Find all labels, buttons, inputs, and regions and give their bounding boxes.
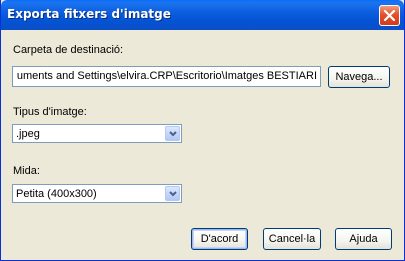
image-type-dropdown-button[interactable]	[165, 126, 180, 141]
ok-button[interactable]: D'acord	[191, 228, 248, 250]
cancel-button[interactable]: Cancel·la	[263, 228, 321, 250]
image-type-value: .jpeg	[16, 128, 40, 140]
destination-label: Carpeta de destinació:	[13, 44, 124, 56]
image-type-select[interactable]: .jpeg	[12, 124, 182, 143]
image-type-label: Tipus d'imatge:	[13, 106, 87, 118]
title-bar[interactable]: Exporta fitxers d'imatge	[1, 0, 404, 30]
close-button[interactable]	[379, 5, 400, 26]
window-title: Exporta fitxers d'imatge	[7, 7, 171, 21]
help-button[interactable]: Ajuda	[335, 228, 392, 250]
destination-folder-input[interactable]: uments and Settings\elvira.CRP\Escritori…	[12, 66, 321, 87]
size-label: Mida:	[13, 165, 40, 177]
export-dialog: Exporta fitxers d'imatge Carpeta de dest…	[0, 0, 405, 261]
destination-folder-value: uments and Settings\elvira.CRP\Escritori…	[16, 70, 317, 82]
size-select[interactable]: Petita (400x300)	[12, 184, 182, 203]
size-dropdown-button[interactable]	[165, 186, 180, 201]
size-value: Petita (400x300)	[16, 188, 97, 200]
browse-button[interactable]: Navega...	[328, 66, 390, 88]
